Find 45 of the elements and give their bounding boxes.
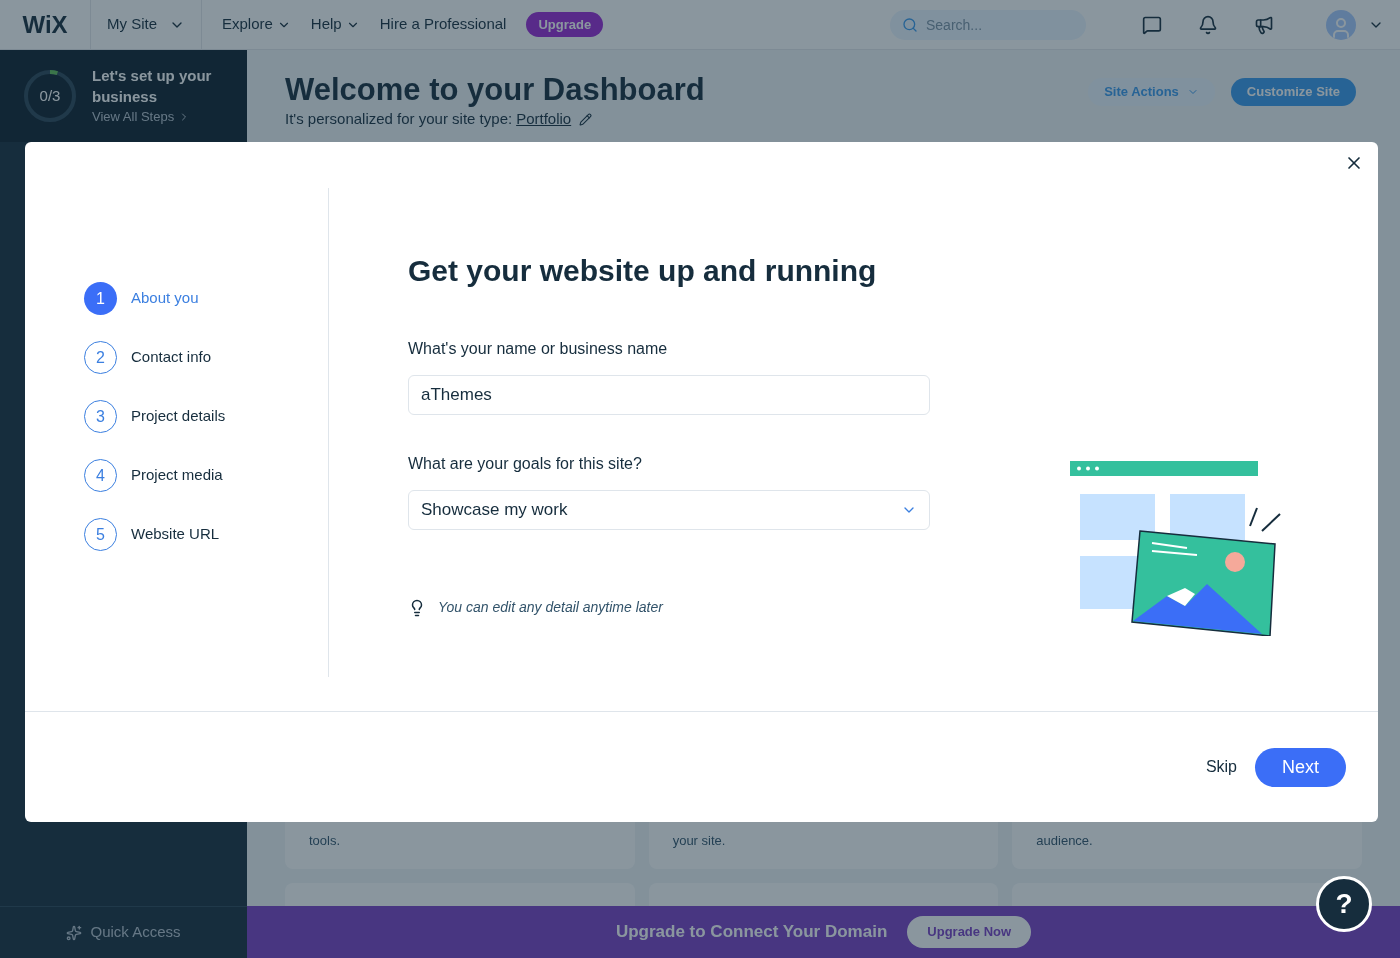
step-label: About you [131,288,199,309]
view-steps-link[interactable]: View All Steps [92,107,222,127]
nav-menu[interactable]: Help [310,13,360,36]
dialog-title: Get your website up and running [408,253,878,289]
help-button[interactable]: ? [1316,876,1372,932]
step-label: Website URL [131,524,220,545]
pencil-icon[interactable] [579,112,593,126]
step-item[interactable]: 1 About you [84,282,328,315]
step-label: Project media [131,465,223,486]
sparkle-star-icon [66,924,83,941]
site-menu[interactable]: My Site [90,0,202,49]
dashboard-title: Welcome to your Dashboard [285,71,705,109]
dashboard-subtitle: It's personalized for your site type: [285,110,513,128]
setup-title: Let's set up your business [92,66,213,108]
next-button[interactable]: Next [1255,747,1346,787]
skip-button[interactable]: Skip [1201,755,1241,779]
tip-text: You can edit any detail anytime later [438,598,663,617]
name-field[interactable]: aThemes [408,375,930,415]
site-type-link[interactable]: Portfolio [516,110,572,128]
chat-icon[interactable] [1142,14,1162,35]
step-label: Project details [131,406,226,427]
search-field[interactable]: Search... [890,9,1086,40]
step-item[interactable]: 4 Project media [84,459,328,492]
hire-link[interactable]: Hire a Professional [379,13,507,36]
card-description: audience. [1036,832,1094,849]
progress-count: 0/3 [39,85,61,106]
step-number: 1 [84,282,117,315]
megaphone-icon[interactable] [1254,14,1274,35]
card-description: your site. [672,832,727,849]
name-label: What's your name or business name [408,339,669,359]
banner-text: Upgrade to Connect Your Domain [615,921,888,944]
logo[interactable]: WiX [0,6,90,43]
bell-icon[interactable] [1198,14,1218,35]
goals-label: What are your goals for this site? [408,454,643,474]
card-description: tools. [309,832,342,849]
step-item[interactable]: 5 Website URL [84,518,328,551]
quick-access-button[interactable]: Quick Access [66,921,181,944]
upgrade-badge[interactable]: Upgrade [526,11,604,38]
goals-dropdown[interactable]: Showcase my work [408,490,930,530]
search-icon [902,16,918,33]
step-item[interactable]: 2 Contact info [84,341,328,374]
step-item[interactable]: 3 Project details [84,400,328,433]
nav-menu[interactable]: Explore [222,13,291,36]
upgrade-now-button[interactable]: Upgrade Now [907,916,1032,948]
step-label: Contact info [131,347,212,368]
